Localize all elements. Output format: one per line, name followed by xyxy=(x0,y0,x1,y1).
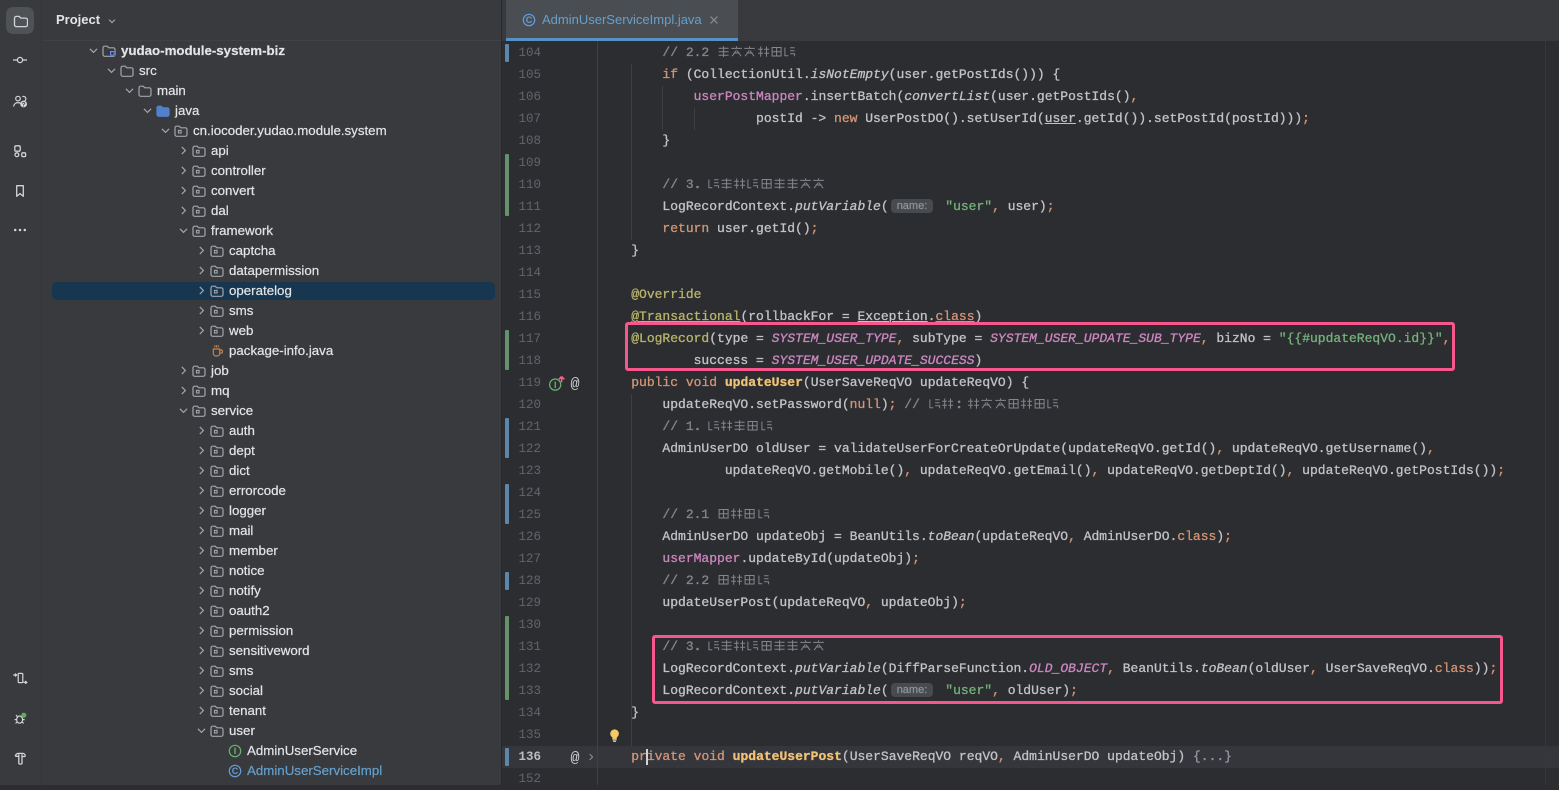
svg-text:@: @ xyxy=(570,376,579,391)
svg-text:I: I xyxy=(554,380,557,390)
svg-text:@: @ xyxy=(570,750,579,765)
svg-text:?: ? xyxy=(22,101,26,108)
svg-text:C: C xyxy=(232,766,239,776)
svg-text:C: C xyxy=(526,15,533,25)
svg-text:I: I xyxy=(234,746,237,756)
